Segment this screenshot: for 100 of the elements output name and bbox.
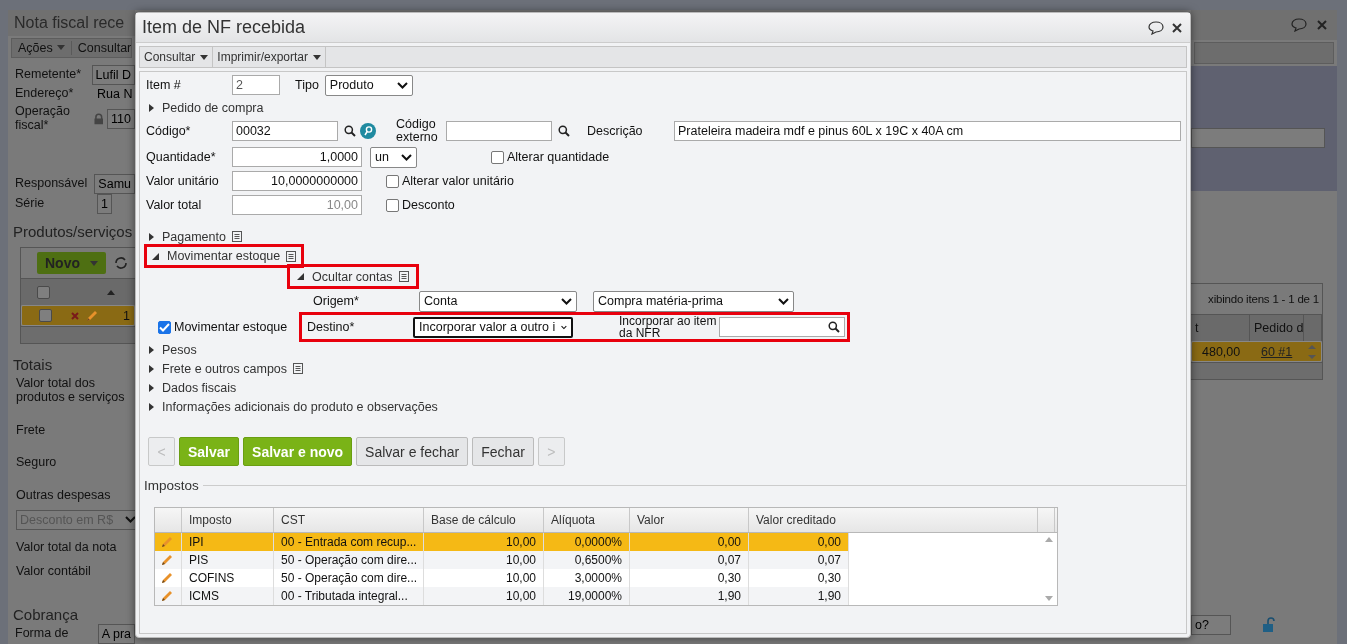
- field-label: Código externo: [396, 117, 439, 145]
- notes-icon[interactable]: [286, 250, 297, 262]
- table-cell: 00 - Tributada integral...: [274, 587, 424, 605]
- item-search-field[interactable]: [719, 317, 845, 337]
- text-field[interactable]: [1191, 128, 1325, 148]
- section-toggle[interactable]: Pagamento: [146, 227, 242, 246]
- table-row[interactable]: 1: [21, 305, 135, 327]
- collapsed-triangle-icon: [149, 345, 154, 354]
- scrollbar[interactable]: [1191, 362, 1322, 379]
- scroll-up-icon[interactable]: [1044, 537, 1053, 542]
- checkbox[interactable]: [158, 320, 171, 334]
- field-label: Valor total: [146, 198, 203, 212]
- search-icon[interactable]: [558, 125, 570, 137]
- column-header[interactable]: Base de cálculo: [424, 508, 544, 532]
- caret-icon: [90, 260, 98, 266]
- collapsed-triangle-icon: [149, 364, 154, 373]
- field-value: Rua N: [97, 87, 133, 102]
- unlock-icon[interactable]: [1261, 617, 1277, 633]
- menu-item[interactable]: Imprimir/exportar: [213, 47, 327, 67]
- item-number-field[interactable]: 2: [232, 75, 280, 95]
- notes-icon[interactable]: [293, 363, 304, 374]
- section-toggle[interactable]: Movimentar estoque: [146, 246, 303, 266]
- search-icon[interactable]: [344, 125, 356, 137]
- field-label: Responsável: [15, 176, 89, 191]
- menu-item[interactable]: Ações: [12, 40, 72, 55]
- notes-icon[interactable]: [398, 271, 409, 282]
- select-field[interactable]: A pra: [97, 624, 135, 644]
- checkbox[interactable]: [386, 174, 399, 188]
- pencil-icon[interactable]: [160, 535, 174, 549]
- expanded-triangle-icon: [152, 252, 159, 260]
- table-cell-text: 480,00: [1201, 344, 1242, 359]
- menu-item[interactable]: Consultar: [140, 47, 214, 67]
- external-code-field[interactable]: [446, 121, 552, 141]
- column-header[interactable]: Imposto: [182, 508, 274, 532]
- circle-search-icon[interactable]: [360, 123, 376, 139]
- origin-select[interactable]: Conta: [419, 290, 577, 312]
- section-toggle[interactable]: Pesos: [146, 340, 197, 359]
- column-header[interactable]: Valor creditado: [749, 508, 1038, 532]
- checkbox[interactable]: [491, 150, 504, 164]
- text-field[interactable]: 110: [107, 108, 135, 129]
- text-field[interactable]: Samu: [94, 173, 135, 194]
- section-toggle[interactable]: Dados fiscais: [146, 378, 237, 397]
- field-label: Código*: [146, 124, 192, 138]
- chevron-icon: [396, 81, 408, 89]
- close-icon[interactable]: [1172, 22, 1182, 33]
- field-label: Quantidade*: [146, 150, 217, 164]
- field-label: Frete: [16, 422, 47, 438]
- comment-icon[interactable]: [1148, 20, 1164, 35]
- search-icon[interactable]: [828, 321, 840, 333]
- collapsed-triangle-icon: [149, 103, 154, 112]
- section-toggle[interactable]: Frete e outros campos: [146, 359, 304, 378]
- pencil-icon[interactable]: [85, 308, 100, 323]
- column-header[interactable]: Alíquota: [544, 508, 630, 532]
- section-title: Cobrança: [12, 604, 80, 624]
- lock-icon: [93, 112, 104, 125]
- type-select[interactable]: Produto: [324, 74, 413, 96]
- field-label: Outras despesas: [16, 487, 112, 502]
- unit-select[interactable]: un: [370, 146, 417, 168]
- pencil-icon[interactable]: [160, 571, 174, 585]
- section-toggle[interactable]: Informações adicionais do produto e observações: [146, 397, 438, 416]
- table-cell: ICMS: [182, 587, 274, 605]
- field-label: Descrição: [587, 124, 644, 138]
- unit-value-field[interactable]: 10,0000000000: [232, 171, 362, 191]
- field-label: Seguro: [16, 455, 58, 470]
- pencil-icon[interactable]: [160, 553, 174, 567]
- field-label: Incorporar ao item da NFR: [619, 315, 718, 339]
- text-field[interactable]: 1: [97, 193, 112, 214]
- scrollbar[interactable]: [21, 326, 135, 344]
- field-label: Valor total da nota: [16, 539, 118, 554]
- section-toggle[interactable]: Pedido de compra: [146, 98, 264, 117]
- action-button[interactable]: Fechar: [472, 437, 534, 466]
- quantity-field[interactable]: 1,0000: [232, 147, 362, 167]
- checkbox[interactable]: [39, 309, 53, 323]
- code-field[interactable]: 00032: [232, 121, 338, 141]
- field-label: Série: [15, 196, 46, 211]
- scroll-down-icon[interactable]: [1044, 596, 1053, 601]
- section-title: Produtos/serviços: [12, 222, 134, 242]
- destination-select[interactable]: Incorporar valor a outro i: [413, 316, 573, 338]
- chevron-icon: [401, 153, 412, 161]
- checkbox-label: Alterar valor unitário: [402, 174, 514, 188]
- table-cell-text: 1: [122, 308, 130, 323]
- account-select[interactable]: Compra matéria-prima: [593, 290, 794, 312]
- select-all-checkbox[interactable]: [36, 285, 50, 299]
- field-label: Destino*: [307, 320, 356, 334]
- delete-icon[interactable]: [71, 311, 80, 320]
- column-header[interactable]: Valor: [630, 508, 749, 532]
- field-label: Item #: [146, 78, 182, 92]
- sort-arrow-icon[interactable]: [107, 289, 115, 295]
- action-button[interactable]: Salvar e fechar: [356, 437, 469, 466]
- column-header[interactable]: CST: [274, 508, 424, 532]
- field-label: Valor total dos produtos e serviços: [16, 376, 126, 405]
- description-field[interactable]: Prateleira madeira mdf e pinus 60L x 19C x 40A cm: [674, 121, 1181, 141]
- select-field[interactable]: o?: [1191, 615, 1231, 635]
- text-field[interactable]: Lufil D: [91, 64, 135, 85]
- section-toggle[interactable]: Ocultar contas: [289, 266, 417, 287]
- field-label: Tipo: [295, 78, 319, 92]
- pencil-icon[interactable]: [160, 589, 174, 603]
- notes-icon[interactable]: [231, 231, 242, 242]
- refresh-icon[interactable]: [114, 257, 128, 270]
- chevron-icon: [561, 323, 567, 331]
